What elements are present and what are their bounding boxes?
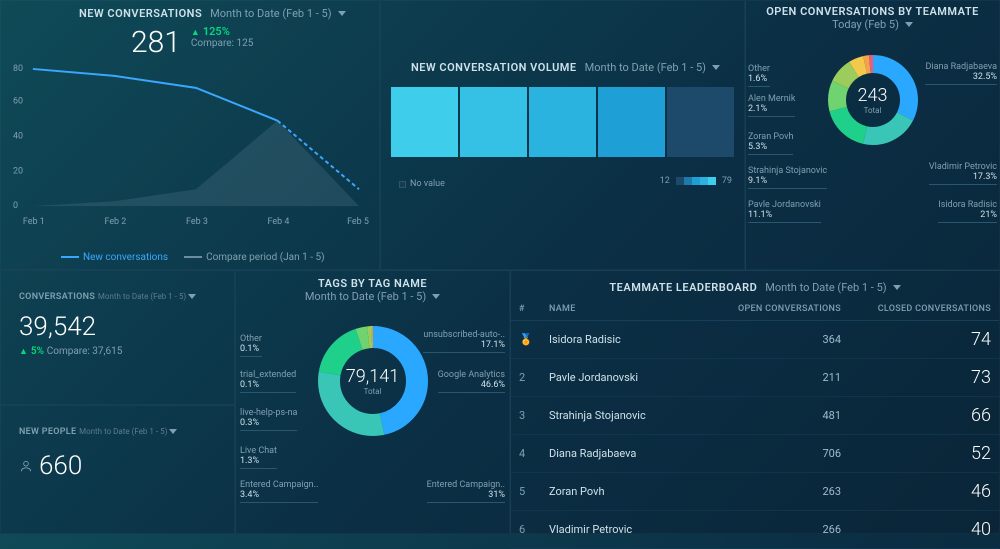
- cell-open: 266: [709, 511, 849, 549]
- panel-title: OPEN CONVERSATIONS BY TEAMMATE: [746, 5, 999, 18]
- cell-closed: 52: [849, 435, 999, 473]
- svg-text:80: 80: [13, 64, 23, 74]
- donut-slice-label: Other1.6%: [748, 65, 770, 87]
- cell-closed: 73: [849, 359, 999, 397]
- table-row[interactable]: 4Diana Radjabaeva70652: [511, 435, 999, 473]
- open-conversations-by-teammate-panel: OPEN CONVERSATIONS BY TEAMMATE Today (Fe…: [745, 0, 1000, 270]
- col-open: OPEN CONVERSATIONS: [709, 298, 849, 321]
- panel-title: TAGS BY TAG NAME: [236, 277, 509, 290]
- svg-text:Feb 3: Feb 3: [186, 217, 208, 227]
- svg-text:40: 40: [13, 132, 23, 142]
- cell-rank: 4: [511, 435, 541, 473]
- metric-delta: 5%: [19, 346, 44, 357]
- donut-slice-label: Diana Radjabaeva32.5%: [925, 63, 997, 85]
- table-row[interactable]: 5Zoran Povh26346: [511, 473, 999, 511]
- donut-slice-label: Entered Campaign..31%: [427, 481, 505, 503]
- table-row[interactable]: 3Strahinja Stojanovic48166: [511, 397, 999, 435]
- legend-scale: 12 79: [660, 176, 732, 186]
- cell-rank: 5: [511, 473, 541, 511]
- svg-text:Feb 2: Feb 2: [104, 217, 126, 227]
- donut-slice-label: Live Chat1.3%: [240, 447, 277, 469]
- metric-compare: Compare: 37,615: [47, 346, 123, 357]
- person-icon: [19, 459, 33, 473]
- donut-slice-label: Other0.1%: [240, 335, 262, 357]
- svg-text:20: 20: [13, 166, 23, 176]
- cell-name: Vladimir Petrovic: [541, 511, 709, 549]
- period-selector[interactable]: Today (Feb 5): [832, 18, 913, 31]
- cell-open: 211: [709, 359, 849, 397]
- legend-no-value: No value: [399, 179, 445, 189]
- panel-title: NEW CONVERSATIONS: [79, 7, 202, 20]
- table-row[interactable]: 2Pavle Jordanovski21173: [511, 359, 999, 397]
- heatmap-bars: [391, 87, 734, 157]
- donut-slice-label: Google Analytics46.6%: [438, 371, 505, 393]
- table-row[interactable]: 🏅Isidora Radisic36474: [511, 321, 999, 359]
- donut-slice-label: Zoran Povh5.3%: [748, 133, 793, 155]
- tags-by-tag-name-panel: TAGS BY TAG NAME Month to Date (Feb 1 - …: [235, 270, 510, 534]
- cell-closed: 66: [849, 397, 999, 435]
- metric-value: 660: [39, 451, 82, 481]
- metric-compare: Compare: 125: [191, 38, 253, 49]
- panel-title: NEW PEOPLE: [19, 427, 76, 437]
- donut-slice-label: Alen Mernik2.1%: [748, 95, 795, 117]
- cell-open: 364: [709, 321, 849, 359]
- svg-text:0: 0: [13, 201, 18, 211]
- donut-slice-label: unsubscribed-auto-..17.1%: [423, 331, 505, 353]
- teammate-leaderboard-panel: TEAMMATE LEADERBOARD Month to Date (Feb …: [510, 270, 1000, 534]
- col-closed: CLOSED CONVERSATIONS: [849, 298, 999, 321]
- panel-title: CONVERSATIONS: [19, 292, 95, 302]
- donut-slice-label: Isidora Radisic21%: [938, 201, 997, 223]
- cell-rank: 6: [511, 511, 541, 549]
- legend-compare: Compare period (Jan 1 - 5): [184, 252, 325, 263]
- svg-text:Feb 5: Feb 5: [347, 217, 369, 227]
- donut-slice-label: Strahinja Stojanovic9.1%: [748, 167, 827, 189]
- panel-title: TEAMMATE LEADERBOARD: [609, 281, 757, 294]
- cell-closed: 74: [849, 321, 999, 359]
- metric-delta: 125%: [191, 25, 253, 38]
- period-selector[interactable]: Month to Date (Feb 1 - 5): [765, 281, 900, 294]
- cell-rank: 🏅: [511, 321, 541, 359]
- period-selector[interactable]: Month to Date (Feb 1 - 5): [305, 290, 440, 303]
- col-rank: #: [511, 298, 541, 321]
- donut-slice-label: Entered Campaign..3.4%: [240, 481, 318, 503]
- cell-name: Isidora Radisic: [541, 321, 709, 359]
- legend-main: New conversations: [61, 252, 168, 263]
- period-selector[interactable]: Month to Date (Feb 1 - 5): [210, 7, 345, 20]
- period-selector[interactable]: Month to Date (Feb 1 - 5): [585, 61, 720, 74]
- new-conversation-volume-panel: NEW CONVERSATION VOLUME Month to Date (F…: [380, 0, 745, 270]
- new-people-panel: NEW PEOPLE Month to Date (Feb 1 - 5) 660: [0, 405, 235, 534]
- cell-open: 706: [709, 435, 849, 473]
- leaderboard-table: # NAME OPEN CONVERSATIONS CLOSED CONVERS…: [511, 298, 999, 549]
- new-conversations-panel: NEW CONVERSATIONS Month to Date (Feb 1 -…: [0, 0, 380, 270]
- cell-name: Diana Radjabaeva: [541, 435, 709, 473]
- svg-text:Feb 1: Feb 1: [23, 217, 45, 227]
- svg-text:60: 60: [13, 97, 23, 107]
- cell-closed: 46: [849, 473, 999, 511]
- cell-rank: 3: [511, 397, 541, 435]
- svg-text:Feb 4: Feb 4: [268, 217, 290, 227]
- col-name: NAME: [541, 298, 709, 321]
- cell-open: 481: [709, 397, 849, 435]
- donut-slice-label: Vladimir Petrovic17.3%: [929, 163, 997, 185]
- conversations-total-panel: CONVERSATIONS Month to Date (Feb 1 - 5) …: [0, 270, 235, 405]
- line-chart: 0 20 40 60 80 Feb 1 Feb 2 Feb 3 Feb 4 Fe…: [11, 59, 369, 228]
- donut-slice-label: Pavle Jordanovski11.1%: [748, 201, 821, 223]
- panel-title: NEW CONVERSATION VOLUME: [411, 61, 577, 74]
- donut-slice-label: live-help-ps-na0.3%: [240, 409, 297, 431]
- metric-value: 281: [131, 25, 181, 60]
- cell-open: 263: [709, 473, 849, 511]
- cell-name: Zoran Povh: [541, 473, 709, 511]
- cell-rank: 2: [511, 359, 541, 397]
- cell-name: Strahinja Stojanovic: [541, 397, 709, 435]
- donut-slice-label: trial_extended0.1%: [240, 371, 296, 393]
- period-selector[interactable]: Month to Date (Feb 1 - 5): [98, 292, 196, 301]
- metric-value: 39,542: [19, 312, 96, 342]
- period-selector[interactable]: Month to Date (Feb 1 - 5): [79, 427, 177, 436]
- cell-name: Pavle Jordanovski: [541, 359, 709, 397]
- cell-closed: 40: [849, 511, 999, 549]
- table-row[interactable]: 6Vladimir Petrovic26640: [511, 511, 999, 549]
